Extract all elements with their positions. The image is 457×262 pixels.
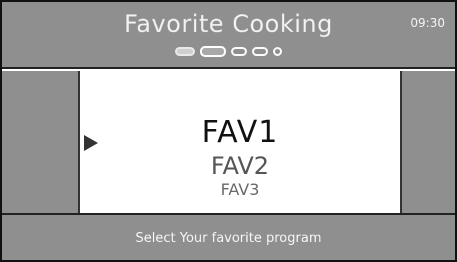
- page-indicator-dot: [273, 47, 282, 56]
- program-selector: FAV1 FAV2 FAV3: [2, 71, 455, 213]
- page-indicator: [2, 46, 455, 57]
- page-indicator-segment-3: [231, 47, 247, 56]
- page-indicator-segment-active: [200, 46, 226, 57]
- page-indicator-segment-1: [175, 47, 195, 56]
- clock-display: 09:30: [410, 16, 445, 30]
- page-indicator-segment-4: [252, 47, 268, 56]
- footer-bar: Select Your favorite program: [2, 213, 455, 260]
- instruction-text: Select Your favorite program: [135, 231, 322, 246]
- screen-title: Favorite Cooking: [124, 10, 333, 38]
- oven-display-screen: Favorite Cooking 09:30 FAV1 FAV2 FAV3 Se…: [0, 0, 457, 262]
- program-item-fav1[interactable]: FAV1: [80, 115, 400, 150]
- program-item-fav3[interactable]: FAV3: [80, 180, 400, 199]
- program-item-fav2[interactable]: FAV2: [80, 152, 400, 180]
- right-side-panel[interactable]: [400, 71, 455, 213]
- left-side-panel[interactable]: [2, 71, 80, 213]
- header-bar: Favorite Cooking 09:30: [2, 2, 455, 69]
